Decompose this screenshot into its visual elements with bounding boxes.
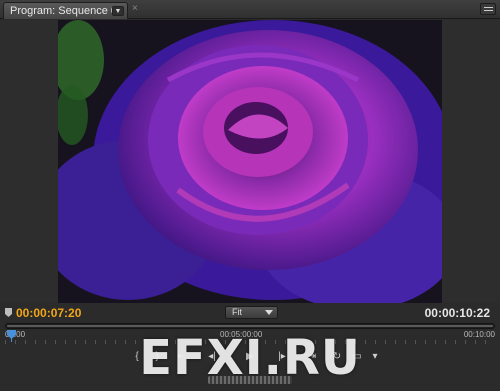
- marker-icon[interactable]: [5, 308, 12, 317]
- total-duration: 00:00:10:22: [424, 306, 490, 320]
- tab-dropdown-icon[interactable]: ▼: [112, 6, 124, 16]
- zoom-level-select[interactable]: Fit: [225, 306, 278, 319]
- timeline-zoom-scrollbar[interactable]: [5, 323, 495, 329]
- panel-menu-icon[interactable]: [480, 3, 496, 15]
- zoom-level-value: Fit: [232, 307, 242, 317]
- zoom-scrollbar-thumb[interactable]: [7, 325, 493, 327]
- rose-image: [58, 20, 442, 303]
- tab-label: Program: Sequence 01: [10, 5, 124, 17]
- video-frame: [58, 20, 442, 303]
- program-viewer[interactable]: [0, 20, 500, 303]
- timecode-row: 00:00:07:20 Fit 00:00:10:22: [0, 305, 500, 321]
- close-icon[interactable]: ×: [132, 3, 138, 14]
- panel-tab-bar: Program: Sequence 01 ▼ ×: [0, 0, 500, 19]
- tab-program-sequence[interactable]: Program: Sequence 01 ▼: [3, 2, 128, 19]
- chevron-down-icon: [265, 310, 273, 315]
- watermark-text: EFXI.RU: [139, 330, 361, 386]
- current-timecode[interactable]: 00:00:07:20: [16, 306, 81, 320]
